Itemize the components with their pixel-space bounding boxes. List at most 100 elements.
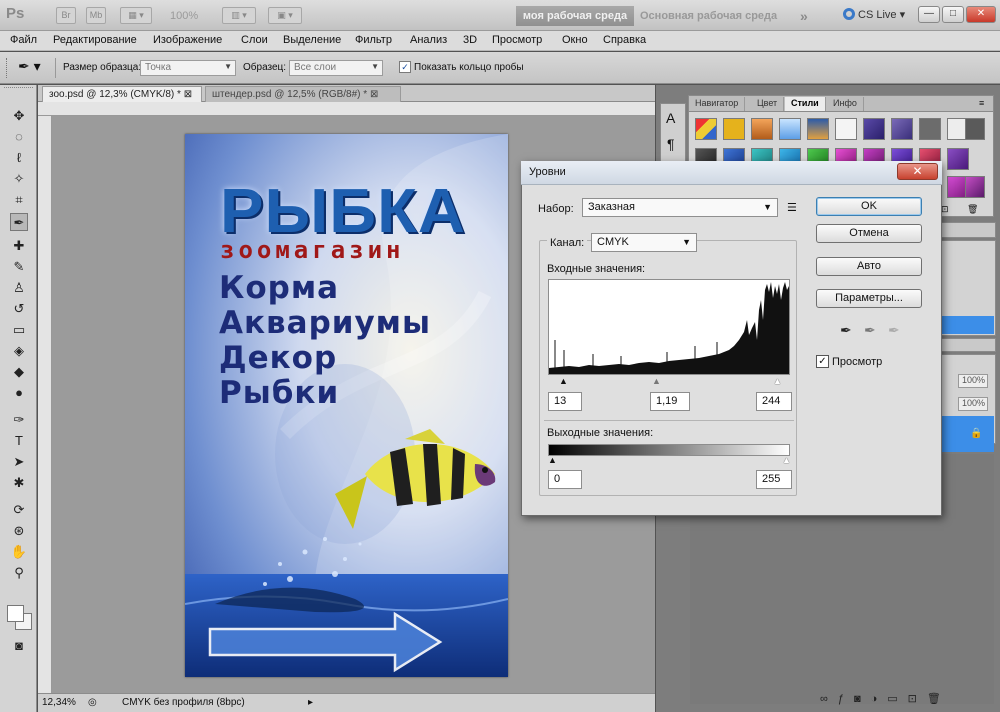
clone-stamp-tool-icon[interactable]: ♙	[10, 279, 28, 297]
move-tool-icon[interactable]: ✥	[10, 107, 28, 125]
style-swatch[interactable]	[947, 148, 969, 170]
gray-point-eyedropper-icon[interactable]: ✒	[864, 322, 876, 339]
tab-styles[interactable]: Стили	[785, 97, 826, 111]
status-info-icon[interactable]: ◎	[88, 697, 97, 708]
panel-header[interactable]	[934, 338, 996, 352]
style-swatch[interactable]	[919, 118, 941, 140]
menu-select[interactable]: Выделение	[283, 34, 341, 46]
screen-mode-menu[interactable]: ▣ ▾	[268, 7, 302, 24]
panel-menu-icon[interactable]: ≡	[979, 98, 984, 108]
more-workspaces-icon[interactable]: »	[800, 8, 808, 24]
cs-live-menu[interactable]: CS Live ▾	[843, 8, 905, 21]
selected-layer-row[interactable]	[936, 416, 994, 452]
auto-button[interactable]: Авто	[816, 257, 922, 276]
sample-size-select[interactable]: Точка ▼	[140, 60, 236, 76]
workspace-main[interactable]: Основная рабочая среда	[640, 10, 777, 22]
menu-help[interactable]: Справка	[603, 34, 646, 46]
dialog-title-bar[interactable]: Уровни	[521, 161, 942, 185]
fill-field[interactable]: 100%	[958, 397, 988, 411]
output-white-slider-icon[interactable]: ▲	[782, 455, 791, 465]
channel-select[interactable]: CMYK ▼	[591, 233, 697, 252]
horizontal-ruler[interactable]	[38, 102, 655, 116]
panel-header[interactable]	[934, 222, 996, 238]
input-black-field[interactable]: 13	[548, 392, 582, 411]
style-swatch[interactable]	[835, 118, 857, 140]
white-point-eyedropper-icon[interactable]: ✒	[888, 322, 900, 339]
3d-orbit-tool-icon[interactable]: ⊛	[10, 522, 28, 540]
new-style-icon[interactable]: ⊡	[941, 204, 949, 215]
character-panel-icon[interactable]: A	[666, 110, 675, 126]
mini-bridge-button[interactable]: Mb	[86, 7, 106, 24]
zoom-tool-icon[interactable]: ⚲	[10, 564, 28, 582]
lasso-tool-icon[interactable]: ℓ	[10, 149, 28, 167]
3d-rotate-tool-icon[interactable]: ⟳	[10, 501, 28, 519]
paragraph-panel-icon[interactable]: ¶	[667, 136, 675, 152]
sample-select[interactable]: Все слои ▼	[289, 60, 383, 76]
style-swatch[interactable]	[723, 118, 745, 140]
tab-shtender-psd[interactable]: штендер.psd @ 12,5% (RGB/8#) * ⊠	[205, 86, 401, 102]
style-swatch[interactable]	[695, 118, 717, 140]
layer-actions-icons[interactable]: ∞ƒ◙◑▭⊡🗑	[820, 692, 951, 705]
menu-filter[interactable]: Фильтр	[355, 34, 392, 46]
dodge-tool-icon[interactable]: ●	[10, 384, 28, 402]
show-sampling-ring-checkbox[interactable]: ✓	[399, 61, 411, 73]
path-selection-tool-icon[interactable]: ➤	[10, 453, 28, 471]
menu-image[interactable]: Изображение	[153, 34, 222, 46]
type-tool-icon[interactable]: T	[10, 432, 28, 450]
menu-3d[interactable]: 3D	[463, 34, 477, 46]
blur-tool-icon[interactable]: ◆	[10, 363, 28, 381]
magic-wand-tool-icon[interactable]: ✧	[10, 170, 28, 188]
minimize-button[interactable]: —	[918, 6, 940, 23]
history-brush-tool-icon[interactable]: ↺	[10, 300, 28, 318]
eraser-tool-icon[interactable]: ▭	[10, 321, 28, 339]
foreground-color-swatch[interactable]	[7, 605, 24, 622]
bridge-button[interactable]: Br	[56, 7, 76, 24]
style-swatch[interactable]	[779, 118, 801, 140]
status-zoom[interactable]: 12,34%	[42, 697, 76, 708]
style-swatch[interactable]	[807, 118, 829, 140]
output-black-field[interactable]: 0	[548, 470, 582, 489]
output-white-field[interactable]: 255	[756, 470, 792, 489]
options-button[interactable]: Параметры...	[816, 289, 922, 308]
menu-analysis[interactable]: Анализ	[410, 34, 447, 46]
input-gamma-slider-icon[interactable]: ▲	[652, 376, 661, 386]
input-white-field[interactable]: 244	[756, 392, 792, 411]
preset-select[interactable]: Заказная ▼	[582, 198, 778, 217]
hand-tool-icon[interactable]: ✋	[10, 543, 28, 561]
maximize-button[interactable]: □	[942, 6, 964, 23]
input-white-slider-icon[interactable]: ▲	[773, 376, 782, 386]
tab-navigator[interactable]: Навигатор	[689, 97, 746, 111]
arrange-documents-menu[interactable]: ▥ ▾	[222, 7, 256, 24]
cancel-button[interactable]: Отмена	[816, 224, 922, 243]
menu-view[interactable]: Просмотр	[492, 34, 542, 46]
quick-mask-icon[interactable]: ◙	[10, 637, 28, 655]
menu-window[interactable]: Окно	[562, 34, 588, 46]
preset-options-icon[interactable]: ☰	[787, 201, 797, 214]
opacity-field[interactable]: 100%	[958, 374, 988, 388]
menu-file[interactable]: Файл	[10, 34, 37, 46]
crop-tool-icon[interactable]: ⌗	[10, 191, 28, 209]
selected-row[interactable]	[936, 316, 994, 334]
paint-bucket-tool-icon[interactable]: ◈	[10, 342, 28, 360]
close-app-button[interactable]: ✕	[966, 6, 996, 23]
pen-tool-icon[interactable]: ✑	[10, 411, 28, 429]
style-swatch[interactable]	[891, 118, 913, 140]
input-gamma-field[interactable]: 1,19	[650, 392, 690, 411]
output-black-slider-icon[interactable]: ▲	[548, 455, 557, 465]
ok-button[interactable]: OK	[816, 197, 922, 216]
zoom-level-display[interactable]: 100%	[170, 10, 198, 22]
brush-tool-icon[interactable]: ✎	[10, 258, 28, 276]
style-swatch[interactable]	[751, 118, 773, 140]
dialog-close-button[interactable]: ✕	[897, 163, 938, 180]
style-swatch[interactable]	[965, 176, 985, 198]
delete-style-icon[interactable]: 🗑	[967, 204, 978, 215]
menu-layers[interactable]: Слои	[241, 34, 268, 46]
workspace-active[interactable]: моя рабочая среда	[516, 6, 634, 26]
tab-color[interactable]: Цвет	[751, 97, 785, 111]
style-swatch[interactable]	[863, 118, 885, 140]
marquee-tool-icon[interactable]: ◌	[10, 128, 28, 146]
style-swatch[interactable]	[965, 118, 985, 140]
status-menu-icon[interactable]: ▸	[308, 697, 313, 708]
eyedropper-preset-icon[interactable]: ✒ ▾	[18, 58, 41, 75]
shape-tool-icon[interactable]: ✱	[10, 474, 28, 492]
